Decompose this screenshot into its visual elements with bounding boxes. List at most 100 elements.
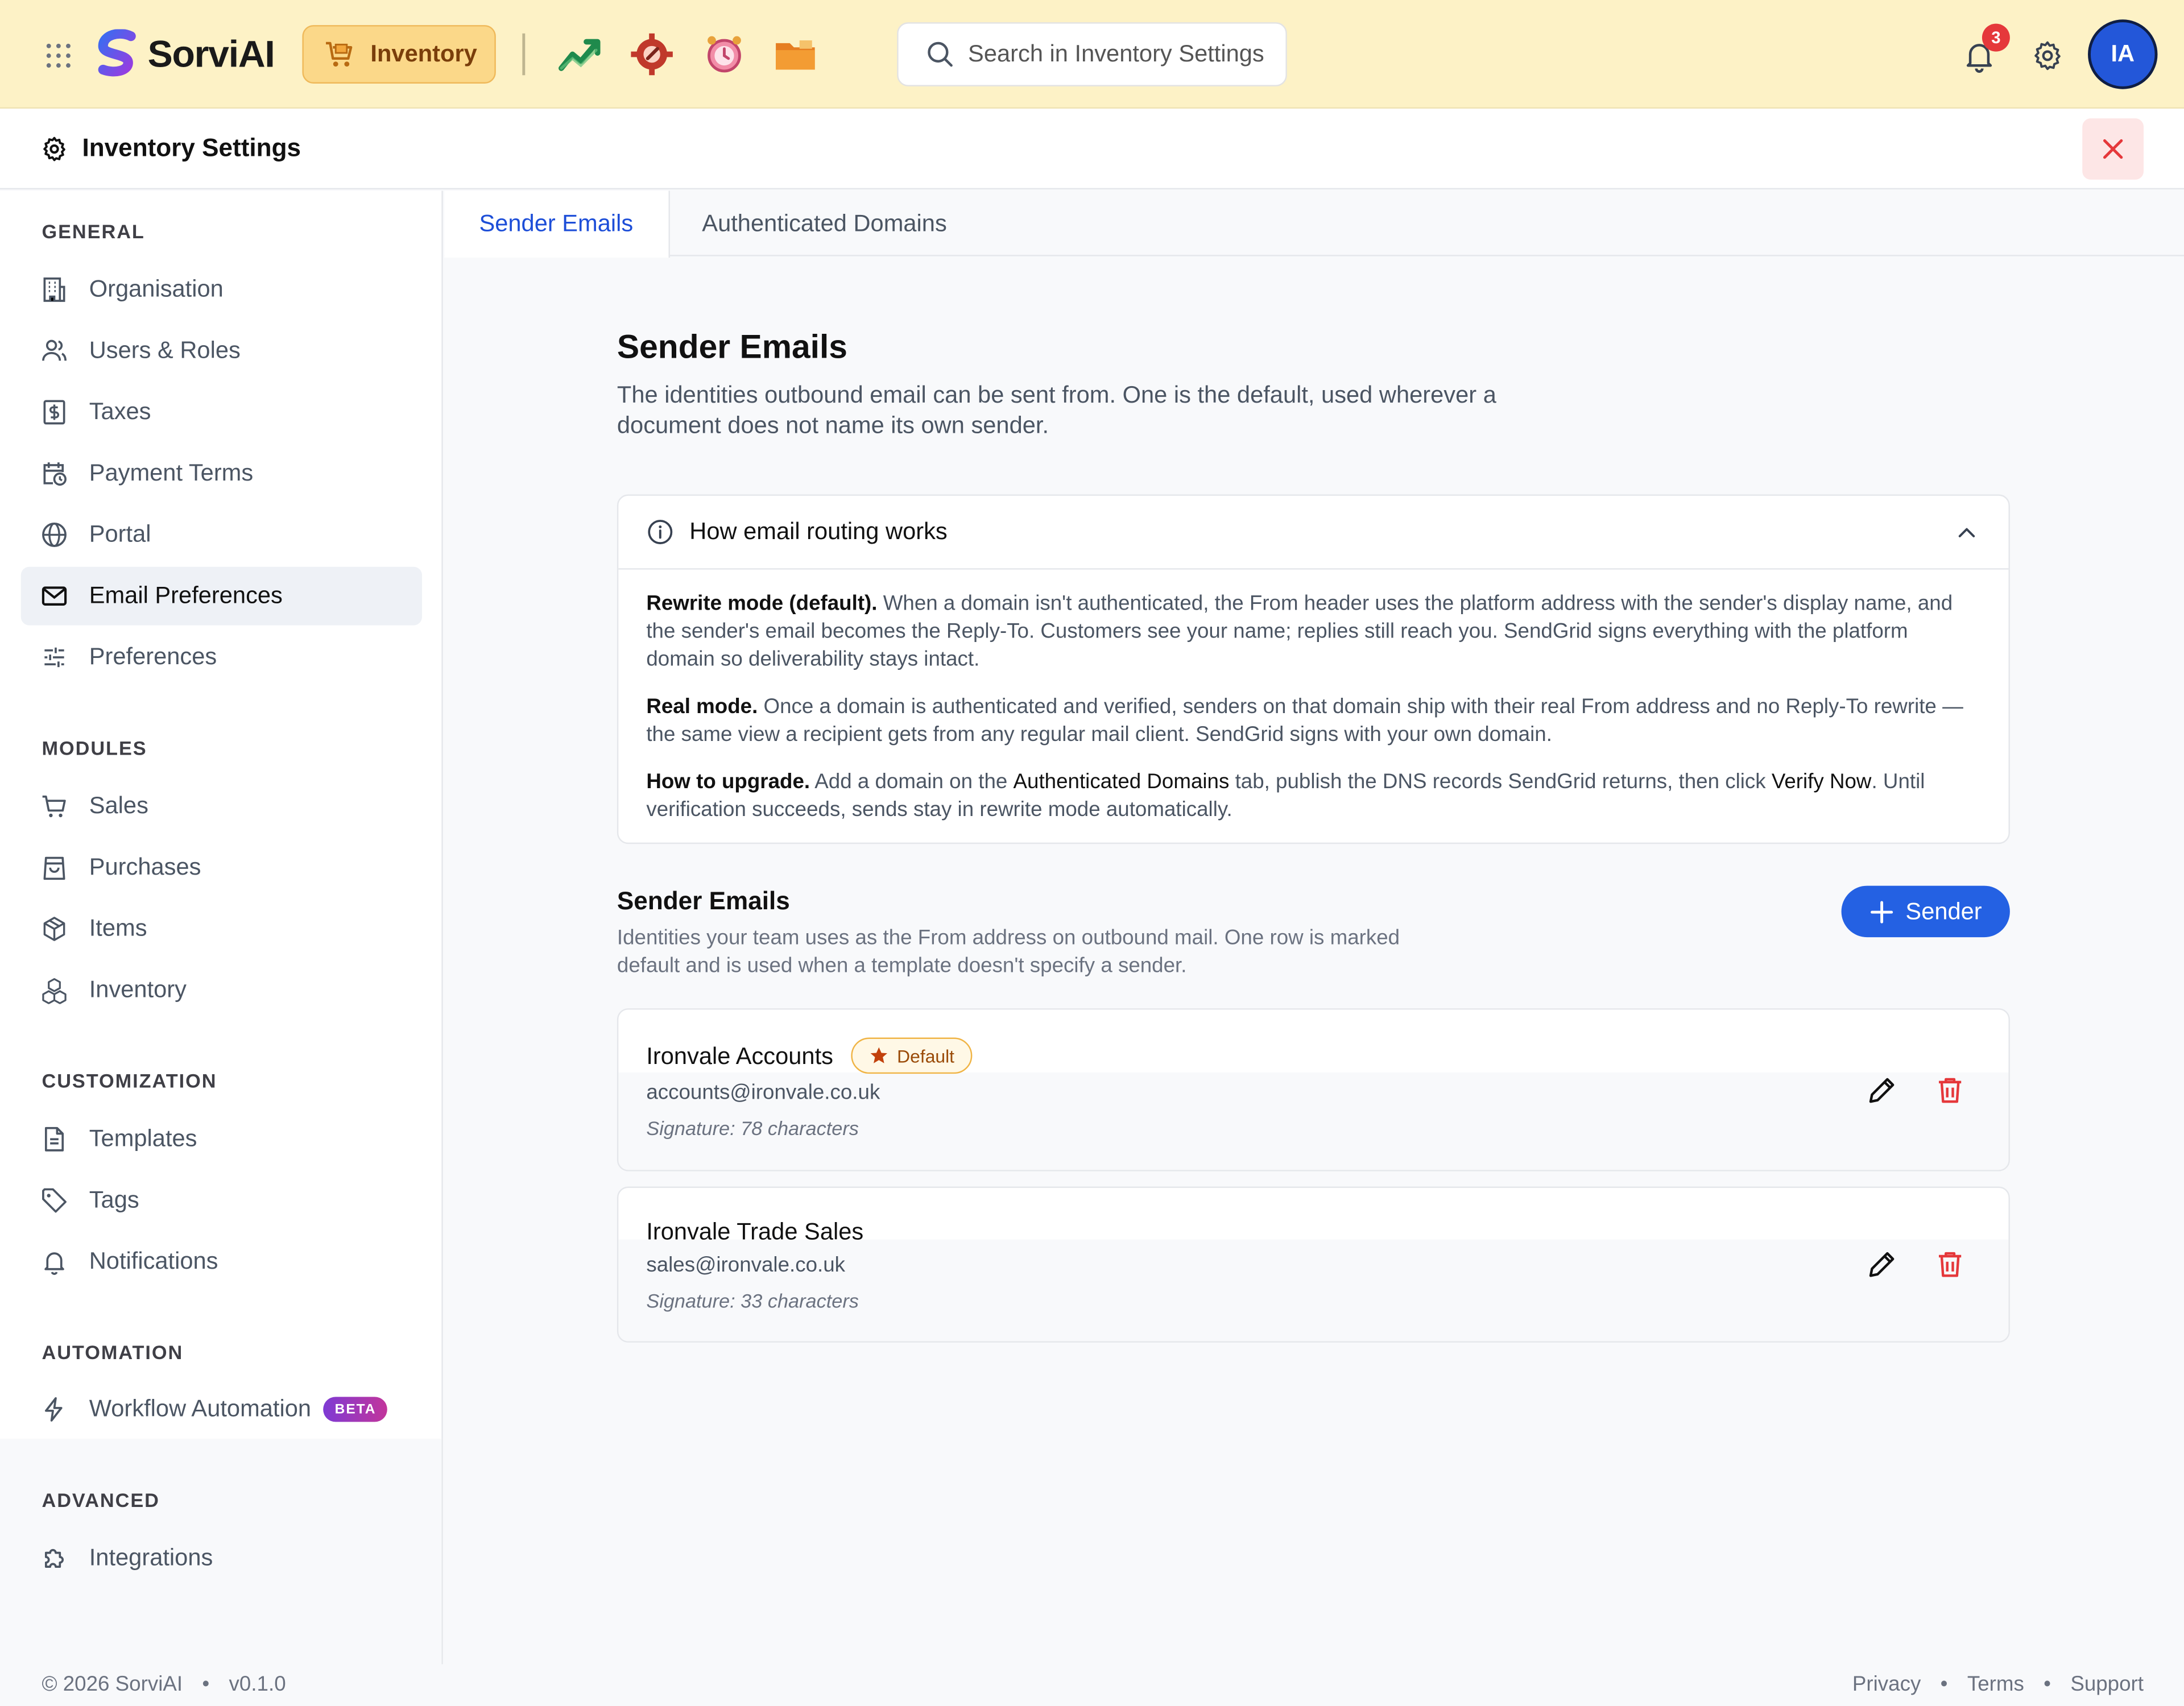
copyright-text: © 2026 SorviAI	[42, 1672, 183, 1696]
sidebar-item-label: Tags	[89, 1186, 139, 1214]
brand-logo[interactable]: SorviAI	[95, 28, 275, 81]
sender-row[interactable]: Ironvale Trade Sales sales@ironvale.co.u…	[617, 1186, 2010, 1343]
calendar-clock-icon	[40, 459, 68, 487]
tag-icon	[40, 1187, 68, 1215]
sidebar-item-notifications[interactable]: Notifications	[21, 1232, 422, 1291]
sidebar-item-label: Taxes	[89, 398, 151, 425]
info-icon	[648, 520, 673, 544]
default-badge: Default	[851, 1037, 973, 1074]
section-subtitle: The identities outbound email can be sen…	[617, 382, 1496, 439]
sidebar-item-workflow-automation[interactable]: Workflow Automation BETA	[21, 1380, 422, 1439]
close-settings-button[interactable]	[2082, 118, 2144, 180]
privacy-link[interactable]: Privacy	[1852, 1672, 1921, 1696]
sidebar-item-taxes[interactable]: Taxes	[21, 383, 422, 441]
upgrade-text-a: Add a domain on the	[810, 770, 1014, 794]
user-avatar[interactable]: IA	[2088, 19, 2158, 89]
footer-separator: •	[2044, 1672, 2051, 1696]
routing-info-toggle[interactable]: How email routing works	[618, 496, 2009, 570]
sidebar-item-users-roles[interactable]: Users & Roles	[21, 322, 422, 380]
sidebar-item-label: Payment Terms	[89, 459, 254, 486]
terms-link[interactable]: Terms	[1967, 1672, 2024, 1696]
upgrade-paragraph: How to upgrade. Add a domain on the Auth…	[646, 769, 1980, 825]
delete-trash-icon[interactable]	[1933, 1074, 1967, 1107]
footer-links: Privacy • Terms • Support	[1852, 1672, 2144, 1696]
plus-icon	[1871, 900, 1893, 923]
upgrade-lead: How to upgrade.	[646, 770, 810, 794]
gear-icon[interactable]	[2031, 39, 2065, 73]
settings-gear-icon	[43, 136, 65, 162]
edit-pencil-icon[interactable]	[1865, 1074, 1898, 1107]
sidebar-item-templates[interactable]: Templates	[21, 1110, 422, 1169]
routing-info-body: Rewrite mode (default). When a domain is…	[618, 570, 2008, 825]
rewrite-mode-lead: Rewrite mode (default).	[646, 591, 878, 616]
search-input[interactable]: Search in Inventory Settings	[897, 22, 1287, 86]
trending-up-icon[interactable]	[556, 31, 603, 78]
search-icon	[928, 42, 953, 67]
sidebar-item-integrations[interactable]: Integrations	[21, 1529, 422, 1588]
upgrade-text-c: tab, publish the DNS records SendGrid re…	[1229, 770, 1772, 794]
sender-name: Ironvale Trade Sales	[646, 1218, 864, 1245]
sender-signature-info: Signature: 78 characters	[646, 1117, 859, 1140]
beta-badge: BETA	[324, 1397, 387, 1422]
sidebar-item-label: Portal	[89, 520, 151, 548]
tab-sender-emails[interactable]: Sender Emails	[444, 191, 669, 258]
sidebar-item-label: Users & Roles	[89, 337, 241, 364]
folder-icon[interactable]	[772, 31, 819, 78]
wrench-gear-icon[interactable]	[628, 31, 675, 78]
box-icon	[40, 915, 68, 943]
tab-authenticated-domains[interactable]: Authenticated Domains	[667, 191, 982, 256]
sidebar-item-label: Templates	[89, 1125, 197, 1152]
cart-icon	[40, 792, 68, 820]
delete-trash-icon[interactable]	[1933, 1248, 1967, 1281]
add-sender-button[interactable]: Sender	[1841, 885, 2010, 938]
sidebar-item-portal[interactable]: Portal	[21, 506, 422, 564]
chevron-up-icon[interactable]	[1955, 522, 1978, 544]
rewrite-mode-paragraph: Rewrite mode (default). When a domain is…	[646, 590, 1980, 674]
close-icon	[2103, 139, 2123, 159]
sidebar-item-label: Purchases	[89, 854, 201, 880]
sidebar-item-items[interactable]: Items	[21, 900, 422, 958]
sender-list-subtitle: Identities your team uses as the From ad…	[617, 926, 1400, 978]
sidebar-item-organisation[interactable]: Organisation	[21, 260, 422, 319]
app-grid-icon[interactable]	[44, 42, 72, 69]
sender-email: accounts@ironvale.co.uk	[646, 1080, 880, 1105]
sidebar-section-modules: MODULES	[42, 736, 147, 759]
sender-email: sales@ironvale.co.uk	[646, 1253, 846, 1277]
brand-name: SorviAI	[147, 32, 275, 75]
boxes-icon	[40, 976, 68, 1004]
routing-info-panel: How email routing works Rewrite mode (de…	[617, 494, 2010, 844]
authenticated-domains-link[interactable]: Authenticated Domains	[1014, 770, 1230, 794]
sidebar-item-inventory[interactable]: Inventory	[21, 961, 422, 1020]
globe-icon	[40, 521, 68, 549]
file-icon	[40, 1125, 68, 1153]
module-label: Inventory	[370, 40, 477, 67]
users-icon	[40, 337, 68, 365]
support-link[interactable]: Support	[2070, 1672, 2144, 1696]
sidebar-item-label: Organisation	[89, 275, 224, 303]
sidebar-section-advanced: ADVANCED	[42, 1488, 160, 1512]
sidebar-item-purchases[interactable]: Purchases	[21, 838, 422, 897]
settings-tabs: Sender Emails Authenticated Domains	[444, 191, 2184, 258]
footer-separator: •	[202, 1672, 210, 1696]
sidebar-item-tags[interactable]: Tags	[21, 1171, 422, 1230]
add-sender-label: Sender	[1905, 897, 1982, 924]
edit-pencil-icon[interactable]	[1865, 1248, 1898, 1281]
section-title: Sender Emails	[617, 328, 848, 367]
shopping-bag-icon	[40, 854, 68, 881]
sidebar-item-preferences[interactable]: Preferences	[21, 628, 422, 686]
sidebar-item-label: Integrations	[89, 1544, 213, 1571]
module-switcher-button[interactable]: Inventory	[302, 25, 496, 84]
top-bar: SorviAI Inventory Search in Inventory Se…	[0, 0, 2184, 109]
verify-now-text: Verify Now	[1771, 770, 1872, 794]
sidebar-item-sales[interactable]: Sales	[21, 777, 422, 836]
sender-row[interactable]: Ironvale Accounts Default accounts@ironv…	[617, 1008, 2010, 1171]
alarm-clock-icon[interactable]	[701, 31, 748, 78]
notification-count-badge: 3	[1982, 23, 2010, 52]
sidebar-item-payment-terms[interactable]: Payment Terms	[21, 444, 422, 503]
sidebar-section-general: GENERAL	[42, 220, 145, 243]
sidebar-section-automation: AUTOMATION	[42, 1341, 184, 1364]
footer-left: © 2026 SorviAI • v0.1.0	[42, 1672, 286, 1696]
real-mode-paragraph: Real mode. Once a domain is authenticate…	[646, 694, 1980, 750]
sidebar-item-email-preferences[interactable]: Email Preferences	[20, 566, 423, 626]
sidebar-item-label: Preferences	[89, 643, 217, 670]
